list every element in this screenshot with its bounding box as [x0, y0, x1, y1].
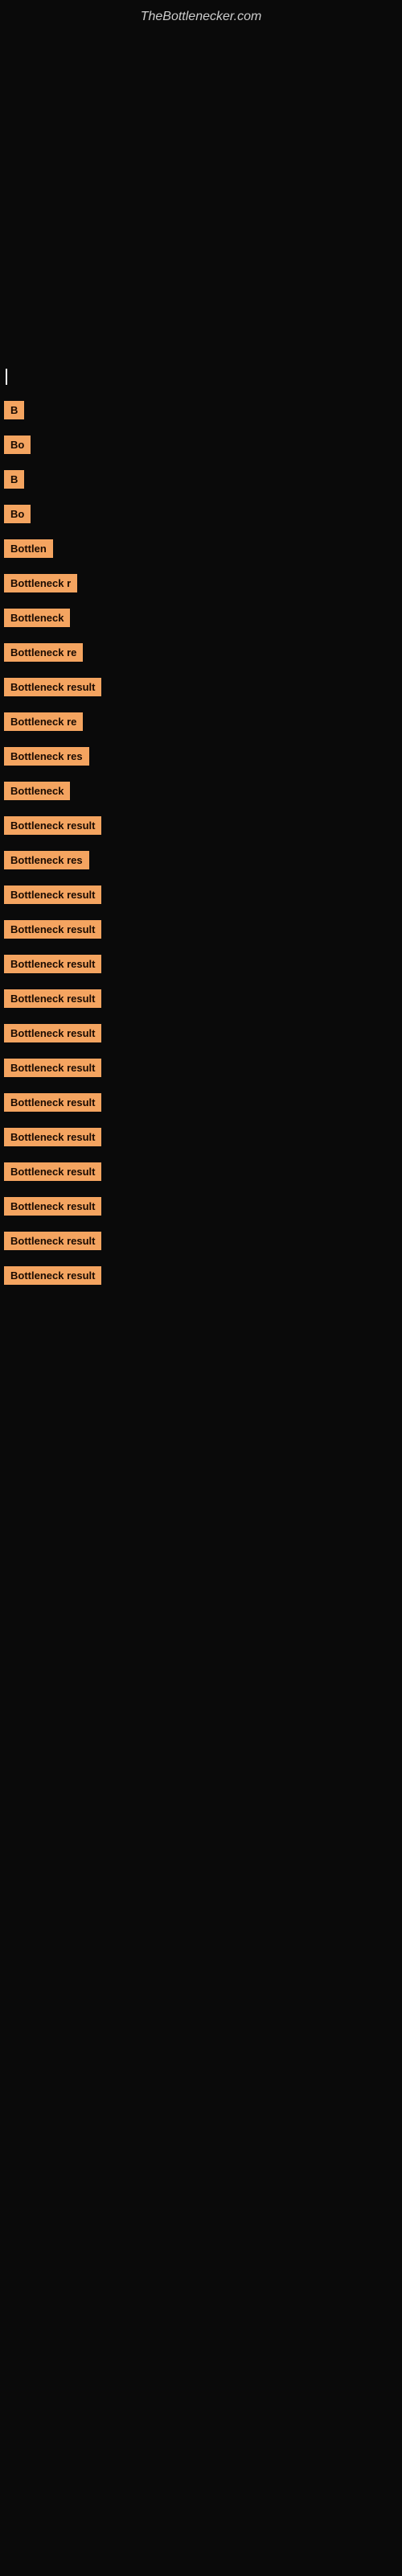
list-item: Bottleneck result [4, 1059, 402, 1077]
list-item: B [4, 470, 402, 489]
list-item: Bottleneck [4, 782, 402, 800]
list-item: Bottleneck res [4, 851, 402, 869]
bottleneck-result-label: Bo [4, 436, 31, 454]
bottleneck-result-label: Bottleneck result [4, 1093, 101, 1112]
list-item: Bottleneck result [4, 1128, 402, 1146]
list-item: Bottleneck result [4, 989, 402, 1008]
list-item: Bottleneck result [4, 886, 402, 904]
list-item: B [4, 401, 402, 419]
bottleneck-result-label: Bottleneck [4, 782, 70, 800]
list-item: Bottleneck result [4, 816, 402, 835]
bottleneck-result-label: Bottleneck re [4, 643, 83, 662]
bottleneck-result-label: Bottlen [4, 539, 53, 558]
bottleneck-result-label: Bottleneck result [4, 989, 101, 1008]
list-item: Bottleneck result [4, 920, 402, 939]
bottleneck-result-label: Bottleneck result [4, 678, 101, 696]
list-item: Bottleneck re [4, 643, 402, 662]
list-item: Bo [4, 505, 402, 523]
list-item: Bottleneck result [4, 1024, 402, 1042]
bottleneck-result-label: Bottleneck result [4, 816, 101, 835]
list-item [4, 369, 402, 385]
bottleneck-result-label: Bo [4, 505, 31, 523]
list-item: Bottleneck res [4, 747, 402, 766]
list-item: Bottleneck result [4, 1162, 402, 1181]
bottleneck-result-label: Bottleneck result [4, 886, 101, 904]
bottleneck-result-label: B [4, 401, 24, 419]
list-item: Bottleneck result [4, 678, 402, 696]
bottleneck-result-label: Bottleneck r [4, 574, 77, 592]
list-item: Bottleneck r [4, 574, 402, 592]
list-item: Bottlen [4, 539, 402, 558]
bottleneck-items-container: B Bo B Bo Bottlen Bottleneck r Bottleneck Bottl… [0, 369, 402, 1285]
list-item: Bottleneck [4, 609, 402, 627]
list-item: Bottleneck re [4, 712, 402, 731]
site-header: TheBottlenecker.com [0, 0, 402, 31]
bottleneck-result-label: B [4, 470, 24, 489]
list-item: Bottleneck result [4, 1197, 402, 1216]
bottleneck-result-label: Bottleneck result [4, 920, 101, 939]
cursor-indicator [6, 369, 7, 385]
list-item: Bo [4, 436, 402, 454]
bottleneck-result-label: Bottleneck result [4, 1024, 101, 1042]
bottleneck-result-label: Bottleneck res [4, 747, 89, 766]
bottleneck-result-label: Bottleneck result [4, 1266, 101, 1285]
site-title: TheBottlenecker.com [0, 0, 402, 31]
list-item: Bottleneck result [4, 955, 402, 973]
bottleneck-result-label: Bottleneck result [4, 955, 101, 973]
list-item: Bottleneck result [4, 1266, 402, 1285]
bottleneck-result-label: Bottleneck result [4, 1197, 101, 1216]
list-item: Bottleneck result [4, 1232, 402, 1250]
bottleneck-result-label: Bottleneck res [4, 851, 89, 869]
list-item: Bottleneck result [4, 1093, 402, 1112]
bottleneck-result-label: Bottleneck result [4, 1162, 101, 1181]
top-black-area [0, 31, 402, 369]
bottleneck-result-label: Bottleneck result [4, 1232, 101, 1250]
bottleneck-result-label: Bottleneck result [4, 1128, 101, 1146]
bottleneck-result-label: Bottleneck re [4, 712, 83, 731]
bottleneck-result-label: Bottleneck result [4, 1059, 101, 1077]
bottleneck-result-label: Bottleneck [4, 609, 70, 627]
